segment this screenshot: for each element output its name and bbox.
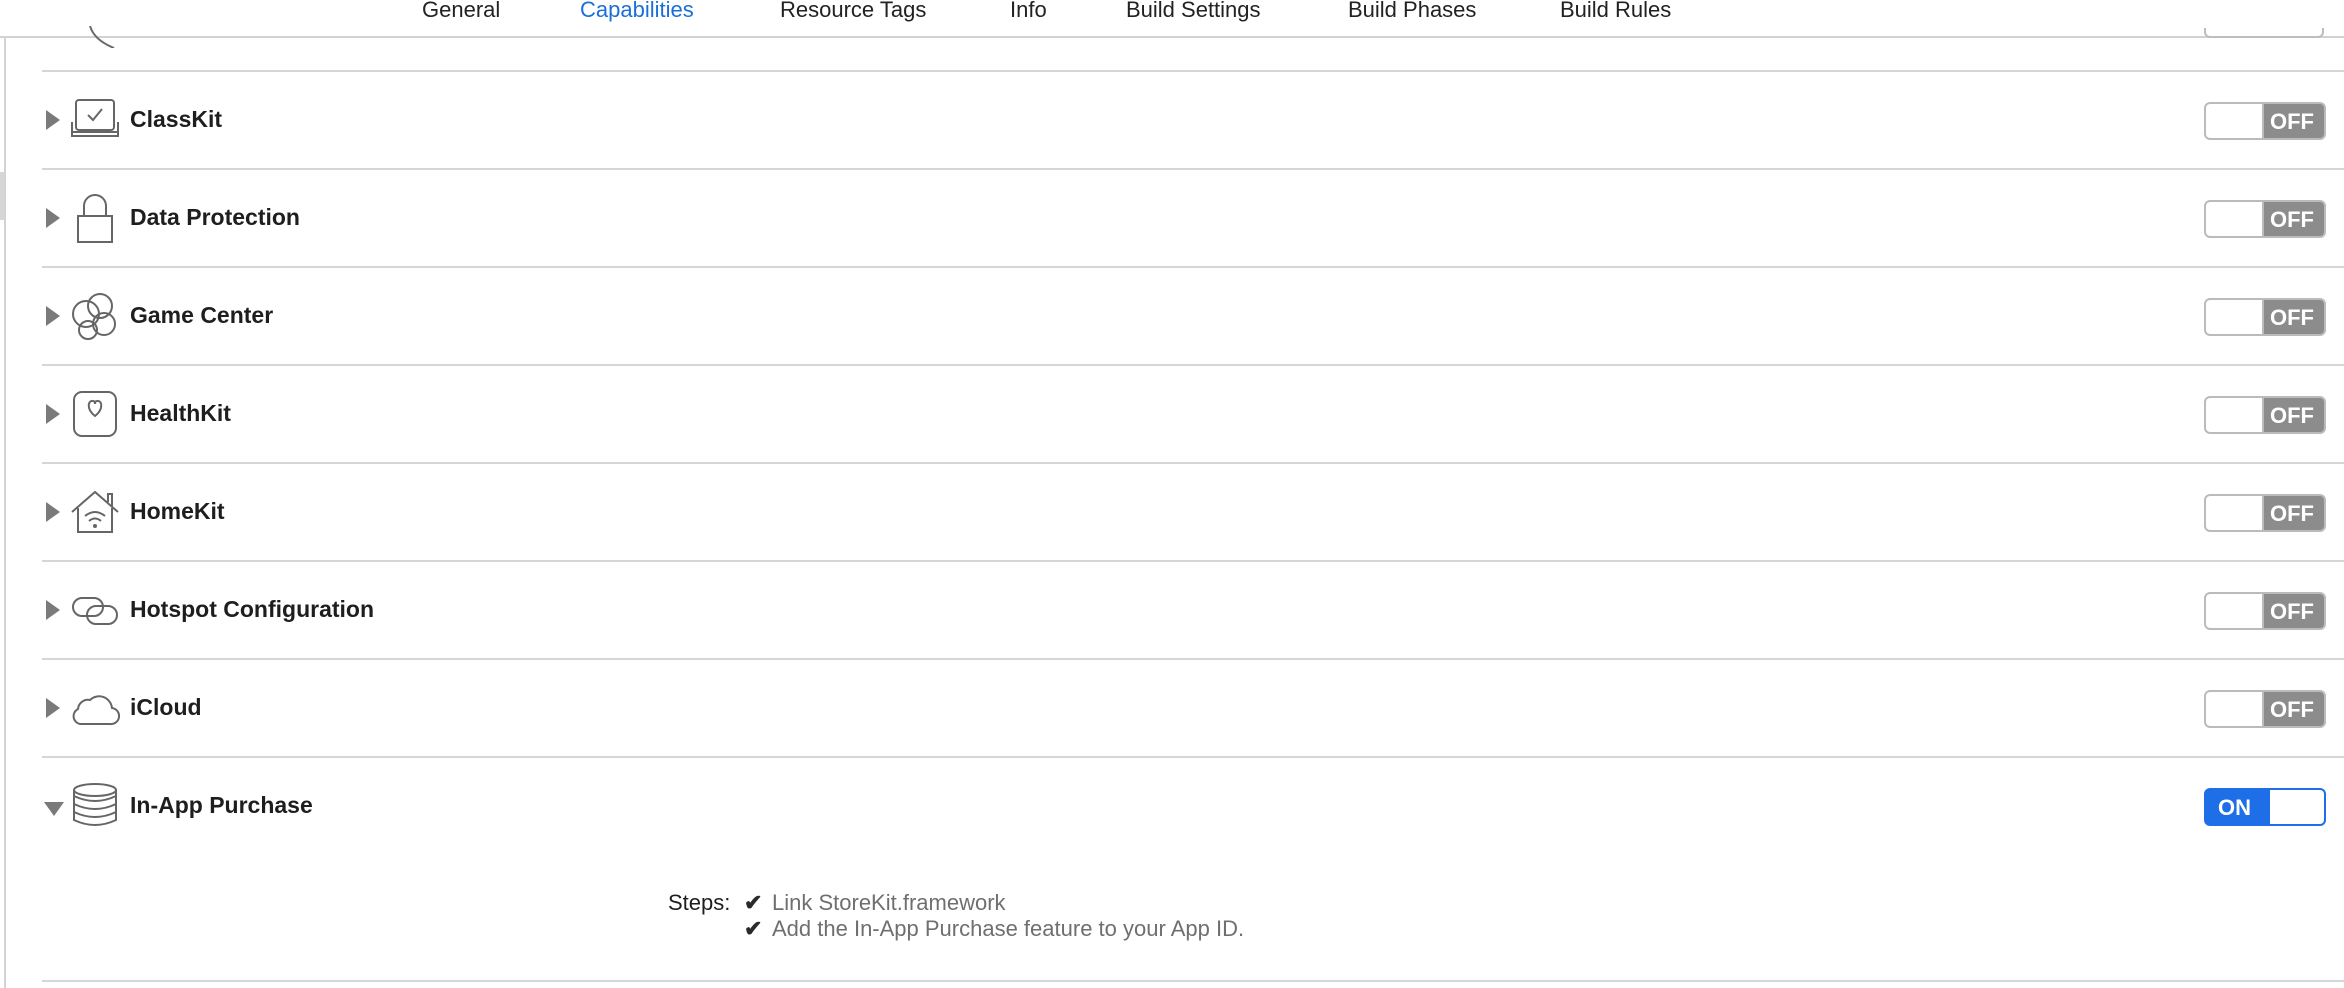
switch-state: OFF [2270, 305, 2314, 330]
classkit-switch[interactable]: OFF [2204, 102, 2326, 140]
in-app-purchase-steps: Steps: ✔ Link StoreKit.framework ✔ Add the… [42, 856, 2344, 982]
capability-label: HealthKit [130, 400, 231, 426]
capability-label: HomeKit [130, 498, 225, 524]
checkmark-icon: ✔ [744, 916, 763, 941]
switch-knob [2206, 594, 2264, 628]
disclosure-triangle[interactable] [46, 600, 60, 620]
tab-resource-tags[interactable]: Resource Tags [780, 0, 926, 23]
step-item: ✔ Add the In-App Purchase feature to your… [744, 916, 1244, 942]
lock-icon [77, 194, 113, 243]
in-app-purchase-switch[interactable]: ON [2204, 788, 2326, 826]
home-icon [71, 490, 119, 533]
switch-state: OFF [2270, 599, 2314, 624]
capability-row-game-center: Game Center OFF [42, 268, 2344, 366]
switch-knob [2206, 202, 2264, 236]
healthkit-switch[interactable]: OFF [2204, 396, 2326, 434]
capabilities-window: General Capabilities Resource Tags Info … [0, 0, 2344, 988]
tab-general[interactable]: General [422, 0, 500, 23]
game-center-switch[interactable]: OFF [2204, 298, 2326, 336]
capability-label: Data Protection [130, 204, 300, 230]
partial-row-switch[interactable] [2204, 28, 2324, 38]
tab-info[interactable]: Info [1010, 0, 1047, 23]
switch-knob [2206, 300, 2264, 334]
tab-build-phases[interactable]: Build Phases [1348, 0, 1476, 23]
switch-knob [2206, 496, 2264, 530]
classkit-icon [71, 99, 119, 137]
game-center-icon [72, 293, 116, 340]
disclosure-triangle[interactable] [46, 306, 60, 326]
left-pane-border [4, 37, 6, 988]
capability-label: Game Center [130, 302, 274, 328]
step-item: ✔ Link StoreKit.framework [744, 890, 1006, 916]
switch-knob [2270, 790, 2324, 824]
capability-row-classkit: ClassKit OFF [42, 72, 2344, 170]
tab-capabilities[interactable]: Capabilities [580, 0, 694, 23]
switch-knob [2206, 398, 2264, 432]
switch-knob [2206, 104, 2264, 138]
tab-build-rules[interactable]: Build Rules [1560, 0, 1671, 23]
capability-label: ClassKit [130, 106, 223, 132]
disclosure-triangle[interactable] [46, 404, 60, 424]
disclosure-triangle[interactable] [46, 698, 60, 718]
capability-label: Hotspot Configuration [130, 596, 375, 622]
heart-icon [73, 391, 117, 437]
capability-label: In-App Purchase [130, 792, 313, 818]
editor-tab-bar: General Capabilities Resource Tags Info … [0, 0, 2344, 38]
checkmark-icon: ✔ [744, 890, 763, 915]
capability-row-icloud: iCloud OFF [42, 660, 2344, 758]
icloud-switch[interactable]: OFF [2204, 690, 2326, 728]
disclosure-triangle[interactable] [46, 110, 60, 130]
capability-row-healthkit: HealthKit OFF [42, 366, 2344, 464]
switch-state: OFF [2270, 501, 2314, 526]
capability-label: iCloud [130, 694, 202, 720]
step-text: Add the In-App Purchase feature to your … [772, 916, 1245, 941]
switch-state: OFF [2270, 697, 2314, 722]
data-protection-switch[interactable]: OFF [2204, 200, 2326, 238]
switch-state: OFF [2270, 403, 2314, 428]
homekit-switch[interactable]: OFF [2204, 494, 2326, 532]
hotspot-configuration-switch[interactable]: OFF [2204, 592, 2326, 630]
switch-state: OFF [2270, 109, 2314, 134]
tab-build-settings[interactable]: Build Settings [1126, 0, 1261, 23]
step-text: Link StoreKit.framework [772, 890, 1006, 915]
disclosure-triangle[interactable] [46, 208, 60, 228]
capability-row-hotspot-configuration: Hotspot Configuration OFF [42, 562, 2344, 660]
capability-row-homekit: HomeKit OFF [42, 464, 2344, 562]
switch-knob [2206, 692, 2264, 726]
coins-icon [73, 783, 117, 826]
left-pane-marker [0, 172, 4, 220]
hotspot-icon [72, 597, 118, 625]
switch-state: ON [2218, 795, 2251, 820]
partial-row-icon [89, 26, 115, 48]
disclosure-triangle-expanded[interactable] [44, 802, 64, 816]
cloud-icon [72, 695, 120, 726]
capability-row-in-app-purchase: In-App Purchase ON [42, 758, 2344, 856]
disclosure-triangle[interactable] [46, 502, 60, 522]
switch-state: OFF [2270, 207, 2314, 232]
capability-row-data-protection: Data Protection OFF [42, 170, 2344, 268]
steps-label: Steps: [668, 890, 731, 915]
